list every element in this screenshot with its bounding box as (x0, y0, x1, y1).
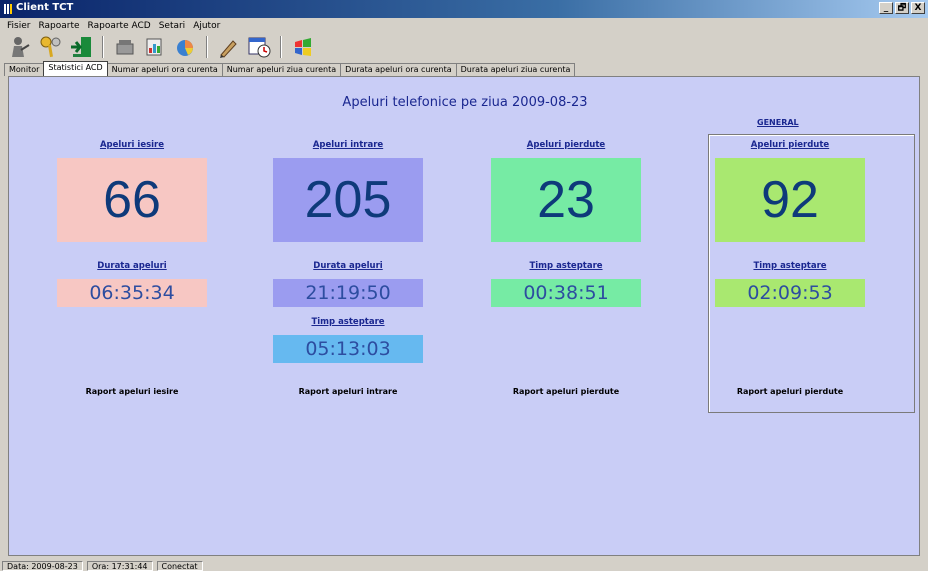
window-controls: _ 🗗 X (879, 2, 925, 14)
incoming-calls-count: 205 (273, 158, 423, 242)
incoming-calls-label[interactable]: Apeluri intrare (273, 140, 423, 150)
tool-windows-button[interactable] (290, 34, 316, 60)
toolbar-separator (102, 36, 104, 58)
tab-numar-apeluri-ora[interactable]: Numar apeluri ora curenta (106, 63, 223, 76)
tab-statistici-acd[interactable]: Statistici ACD (43, 61, 108, 76)
menu-rapoarte-acd[interactable]: Rapoarte ACD (84, 21, 155, 31)
windows-flag-icon (295, 38, 311, 56)
tool-settings-button[interactable] (216, 34, 242, 60)
pie-chart-icon (177, 40, 193, 56)
missed-calls-label[interactable]: Apeluri pierdute (491, 140, 641, 150)
missed-report-link[interactable]: Raport apeluri pierdute (491, 387, 641, 396)
tool-people-button[interactable] (8, 34, 34, 60)
tab-numar-apeluri-ziua[interactable]: Numar apeluri ziua curenta (221, 63, 342, 76)
incoming-report-link[interactable]: Raport apeluri intrare (273, 387, 423, 396)
tool-phone-button[interactable] (112, 34, 138, 60)
close-button[interactable]: X (911, 2, 925, 14)
missed-wait-value: 00:38:51 (491, 279, 641, 307)
general-section-label: GENERAL (757, 118, 799, 127)
outgoing-duration-value: 06:35:34 (57, 279, 207, 307)
tab-monitor[interactable]: Monitor (4, 63, 45, 76)
general-missed-count: 92 (715, 158, 865, 242)
toolbar-separator (206, 36, 208, 58)
outgoing-duration-label[interactable]: Durata apeluri (57, 261, 207, 271)
people-icon (12, 37, 30, 57)
toolbar (0, 33, 928, 61)
incoming-duration-label[interactable]: Durata apeluri (273, 261, 423, 271)
menu-bar: Fisier Rapoarte Rapoarte ACD Setari Ajut… (0, 18, 928, 33)
tab-durata-apeluri-ora[interactable]: Durata apeluri ora curenta (340, 63, 457, 76)
outgoing-report-link[interactable]: Raport apeluri iesire (57, 387, 207, 396)
exit-door-icon (71, 37, 91, 57)
general-report-link[interactable]: Raport apeluri pierdute (715, 387, 865, 396)
tool-keys-button[interactable] (38, 34, 64, 60)
status-time: Ora: 17:31:44 (86, 561, 153, 571)
menu-setari[interactable]: Setari (155, 21, 190, 31)
tool-report-button[interactable] (142, 34, 168, 60)
toolbar-separator (280, 36, 282, 58)
incoming-wait-label[interactable]: Timp asteptare (273, 317, 423, 327)
menu-rapoarte[interactable]: Rapoarte (34, 21, 83, 31)
menu-ajutor[interactable]: Ajutor (189, 21, 224, 31)
app-icon (4, 4, 12, 14)
missed-calls-count: 23 (491, 158, 641, 242)
incoming-wait-value: 05:13:03 (273, 335, 423, 363)
keys-icon (40, 36, 61, 58)
title-bar: Client TCT _ 🗗 X (0, 0, 928, 18)
settings-pen-icon (220, 40, 237, 58)
restore-button[interactable]: 🗗 (895, 2, 909, 14)
calendar-clock-icon (248, 37, 271, 58)
status-date: Data: 2009-08-23 (2, 561, 83, 571)
tool-calendar-button[interactable] (246, 34, 272, 60)
tool-exit-button[interactable] (68, 34, 94, 60)
status-bar: Data: 2009-08-23 Ora: 17:31:44 Conectat (0, 561, 928, 571)
status-connection: Conectat (156, 561, 203, 571)
phone-icon (116, 40, 134, 55)
outgoing-calls-label[interactable]: Apeluri iesire (57, 140, 207, 150)
page-title: Apeluri telefonice pe ziua 2009-08-23 (342, 95, 588, 110)
outgoing-calls-count: 66 (57, 158, 207, 242)
tab-strip: Monitor Statistici ACD Numar apeluri ora… (4, 61, 576, 76)
general-wait-value: 02:09:53 (715, 279, 865, 307)
menu-fisier[interactable]: Fisier (3, 21, 34, 31)
report-chart-icon (146, 38, 162, 56)
missed-wait-label[interactable]: Timp asteptare (491, 261, 641, 271)
window-title: Client TCT (16, 2, 74, 13)
general-missed-label[interactable]: Apeluri pierdute (715, 140, 865, 150)
incoming-duration-value: 21:19:50 (273, 279, 423, 307)
statistics-panel: Apeluri telefonice pe ziua 2009-08-23 GE… (8, 76, 920, 556)
tool-pie-button[interactable] (172, 34, 198, 60)
minimize-button[interactable]: _ (879, 2, 893, 14)
general-wait-label[interactable]: Timp asteptare (715, 261, 865, 271)
tab-durata-apeluri-ziua[interactable]: Durata apeluri ziua curenta (455, 63, 576, 76)
